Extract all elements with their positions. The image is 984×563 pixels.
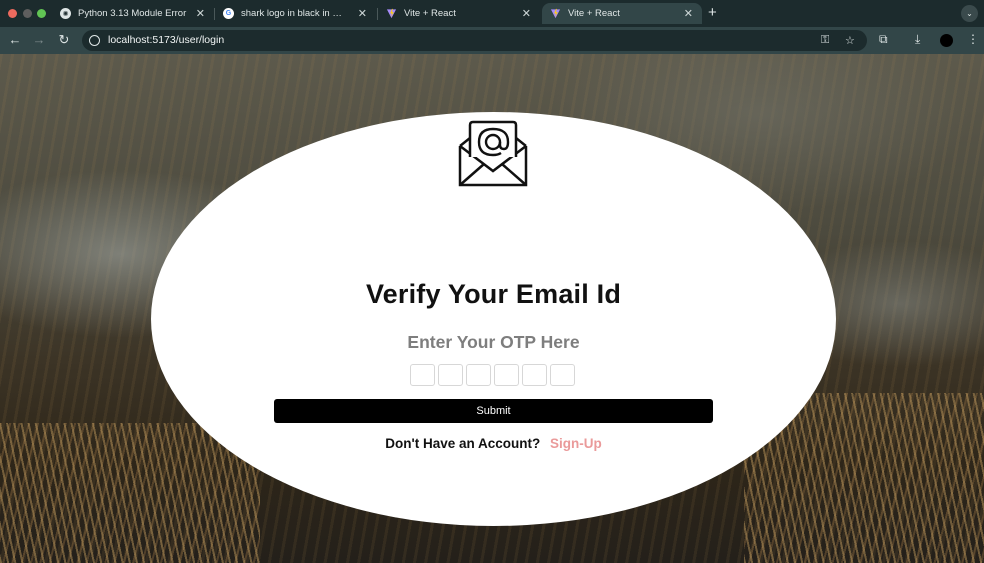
menu-kebab-icon[interactable]: ⋮	[967, 32, 979, 46]
page-title: Verify Your Email Id	[365, 279, 622, 309]
bookmark-star-icon[interactable]: ☆	[845, 34, 855, 47]
otp-input-6[interactable]	[550, 364, 575, 386]
otp-input-5[interactable]	[522, 364, 547, 386]
window-maximize-button[interactable]	[37, 9, 46, 18]
chatgpt-icon: ✺	[60, 8, 71, 19]
close-tab-icon[interactable]: ✕	[196, 7, 205, 20]
envelope-at-icon	[458, 120, 528, 187]
tab-python-module-error[interactable]: ✺ Python 3.13 Module Error ✕	[52, 3, 214, 24]
back-arrow-icon[interactable]: ←	[7, 32, 23, 47]
otp-input-4[interactable]	[494, 364, 519, 386]
vite-icon	[550, 8, 561, 19]
close-tab-icon[interactable]: ✕	[522, 7, 531, 20]
close-tab-icon[interactable]: ✕	[684, 7, 693, 20]
tab-search-chevron-icon[interactable]: ⌄	[961, 5, 978, 22]
profile-avatar[interactable]	[940, 34, 953, 47]
site-info-icon[interactable]	[89, 35, 100, 46]
new-tab-button[interactable]: +	[708, 4, 717, 21]
otp-input-1[interactable]	[410, 364, 435, 386]
password-key-icon[interactable]: ⚿	[821, 34, 829, 47]
signup-row: Don't Have an Account? Sign-Up	[151, 436, 836, 451]
url-text[interactable]: localhost:5173/user/login	[108, 34, 224, 46]
page-background: Verify Your Email Id Enter Your OTP Here…	[0, 54, 984, 563]
tab-vite-react-active[interactable]: Vite + React ✕	[542, 3, 702, 24]
tab-vite-react[interactable]: Vite + React ✕	[378, 3, 540, 24]
browser-toolbar: ← → ↻ localhost:5173/user/login ⚿ ☆ ⧉ ⤓ …	[0, 27, 984, 54]
otp-input-3[interactable]	[466, 364, 491, 386]
window-close-button[interactable]	[8, 9, 17, 18]
signup-link[interactable]: Sign-Up	[550, 436, 602, 451]
submit-button[interactable]: Submit	[274, 399, 713, 423]
otp-input-2[interactable]	[438, 364, 463, 386]
vite-icon	[386, 8, 397, 19]
address-bar[interactable]: localhost:5173/user/login ⚿ ☆	[82, 30, 867, 51]
close-tab-icon[interactable]: ✕	[358, 7, 367, 20]
tab-bar: ✺ Python 3.13 Module Error ✕ G shark log…	[0, 0, 984, 27]
reload-icon[interactable]: ↻	[56, 32, 72, 48]
otp-subtitle: Enter Your OTP Here	[407, 332, 580, 352]
download-icon[interactable]: ⤓	[915, 32, 920, 47]
extensions-puzzle-icon[interactable]: ⧉	[879, 32, 888, 47]
tab-shark-logo[interactable]: G shark logo in black in side po ✕	[215, 3, 376, 24]
signup-prompt: Don't Have an Account?	[385, 436, 541, 451]
google-icon: G	[223, 8, 234, 19]
forward-arrow-icon[interactable]: →	[31, 32, 47, 47]
window-minimize-button[interactable]	[23, 9, 32, 18]
